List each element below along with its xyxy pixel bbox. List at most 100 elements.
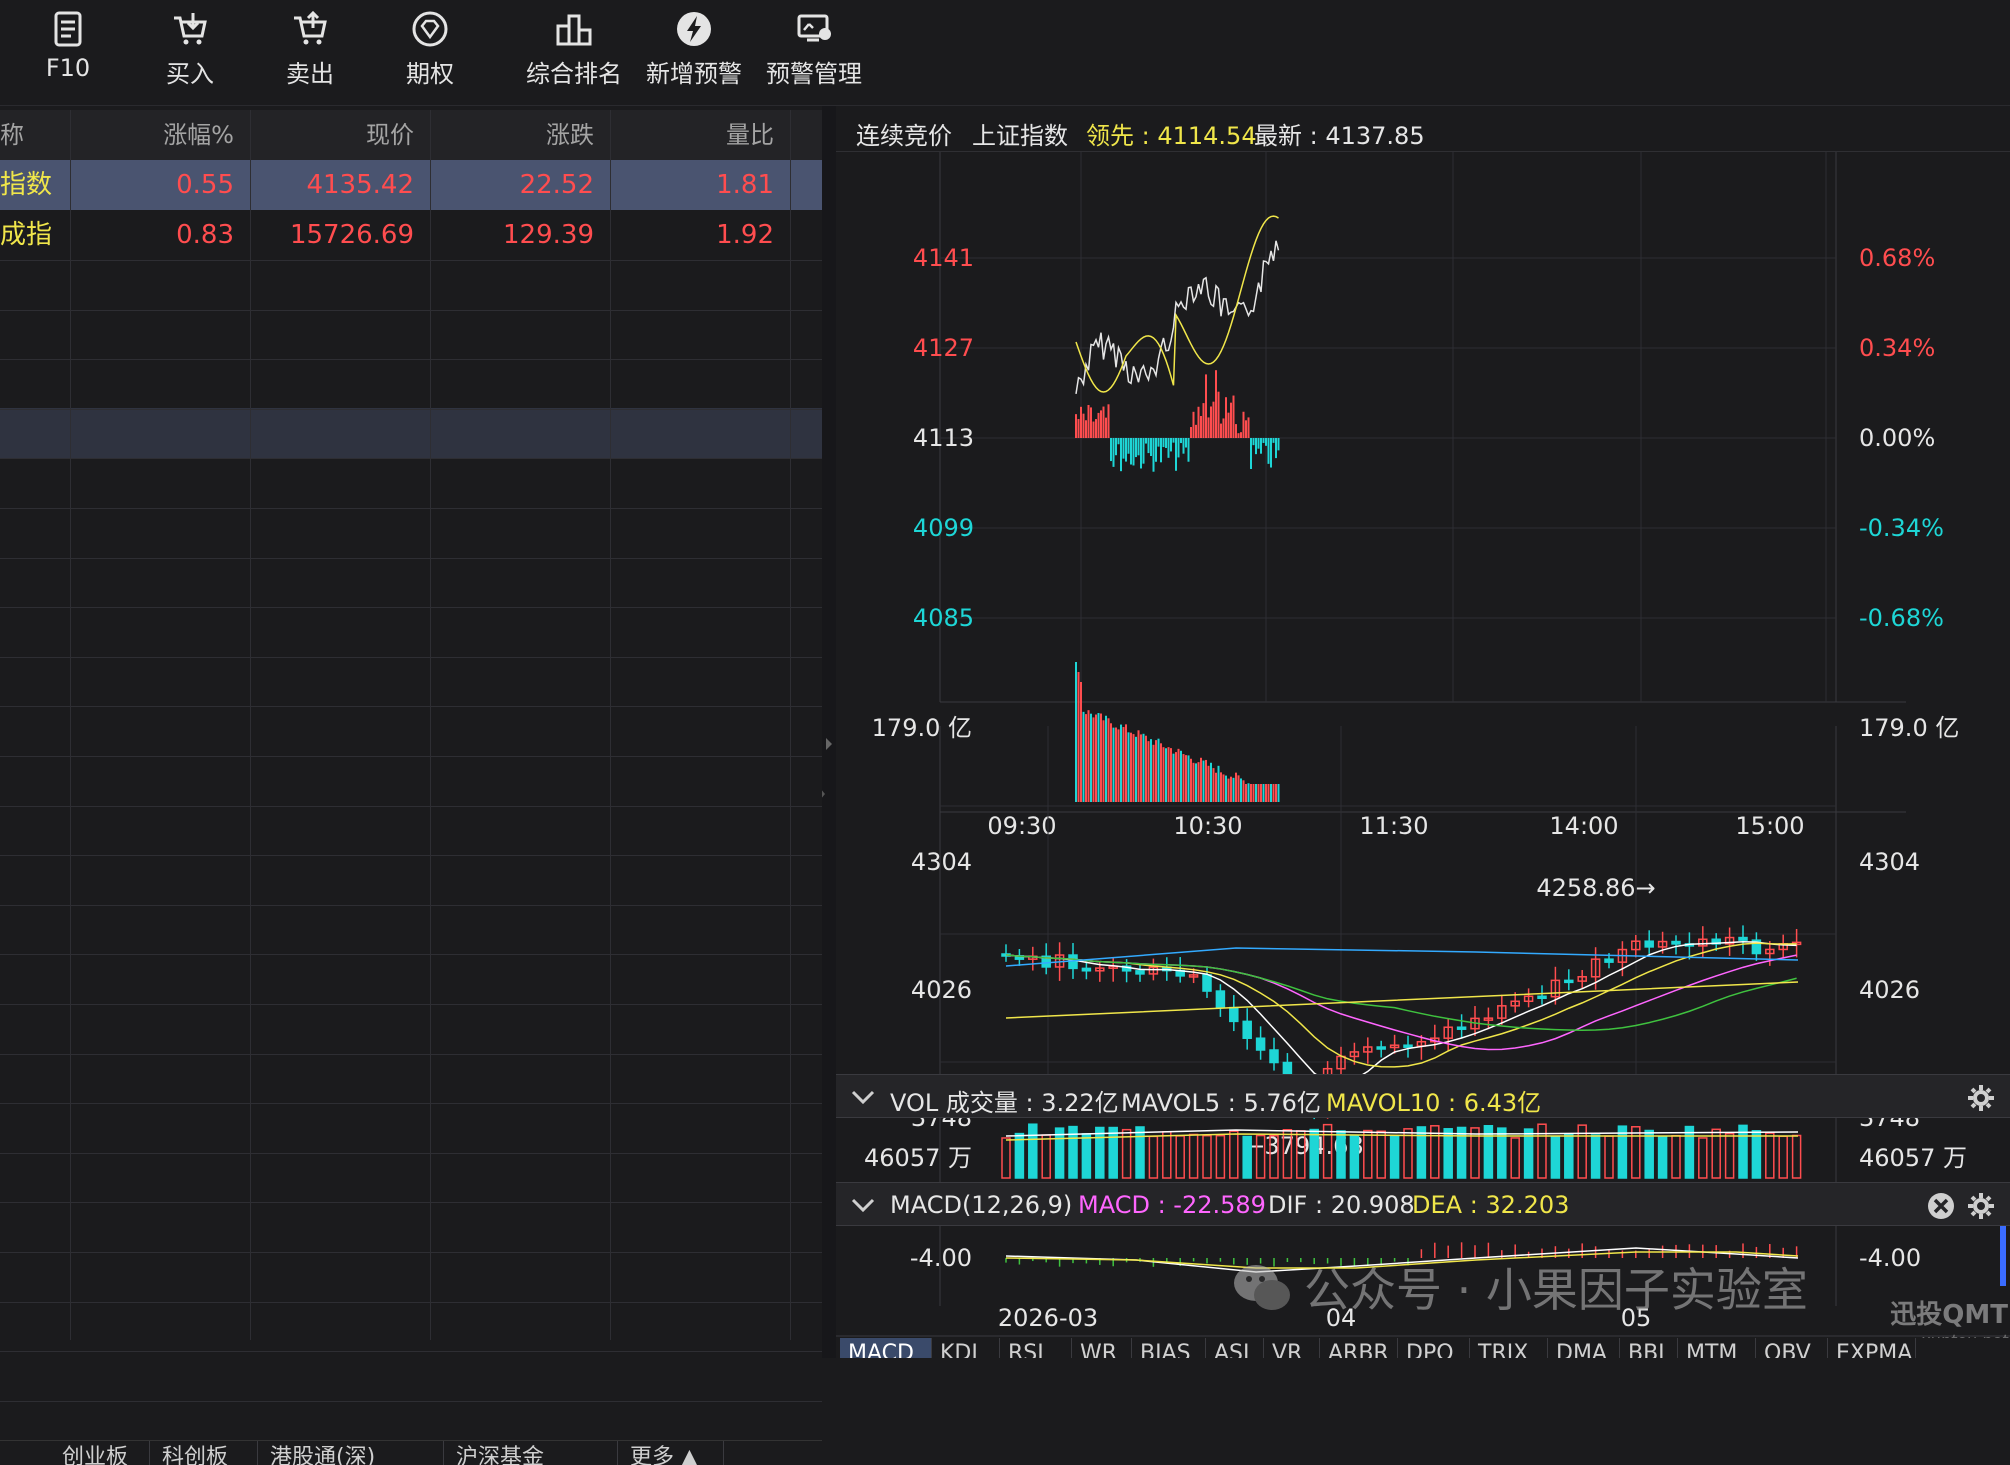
ma10-line xyxy=(1005,942,1797,1068)
volume-bar xyxy=(1403,1128,1413,1179)
collapse-arrow-icon xyxy=(820,738,832,800)
candle-body xyxy=(1644,940,1654,948)
volume-bar xyxy=(1376,1130,1386,1179)
new-alert-button[interactable]: 新增预警 xyxy=(646,10,742,90)
diamond-icon xyxy=(412,11,448,47)
tab-more[interactable]: 更多 ▲ xyxy=(618,1441,724,1465)
indicator-tab-vr[interactable]: VR xyxy=(1264,1338,1320,1358)
price-tick: 4099 xyxy=(913,514,974,542)
col-vol-ratio[interactable]: 量比 xyxy=(610,110,790,160)
chevron-down-icon[interactable] xyxy=(850,1087,876,1107)
close-icon[interactable] xyxy=(1926,1191,1956,1221)
chart-panel: 连续竞价 上证指数 领先 : 4114.54 最新 : 4137.85 4141… xyxy=(836,106,2010,1358)
gear-icon[interactable] xyxy=(1966,1191,1996,1221)
tab-chinext[interactable]: 创业板 xyxy=(50,1441,150,1465)
ranking-button[interactable]: 综合排名 xyxy=(526,10,622,90)
f10-button[interactable]: F10 xyxy=(44,10,92,90)
indicator-tab-bbi[interactable]: BBI xyxy=(1620,1338,1678,1358)
grid-column-line xyxy=(250,110,251,1340)
table-row[interactable]: 成指 0.83 15726.69 129.39 1.92 xyxy=(0,210,822,260)
alert-manage-button[interactable]: 预警管理 xyxy=(766,10,862,90)
mavol10-label: MAVOL10 : 6.43亿 xyxy=(1326,1089,1542,1117)
tab-star[interactable]: 科创板 xyxy=(150,1441,258,1465)
ranking-icon xyxy=(556,14,592,46)
wechat-logo-icon xyxy=(1234,1265,1290,1310)
row-vol-ratio: 1.92 xyxy=(716,220,774,250)
macd-tick-right: -4.00 xyxy=(1859,1244,1921,1272)
document-icon xyxy=(54,11,82,47)
row-name: 成指 xyxy=(0,220,53,250)
volume-bar xyxy=(1188,1133,1199,1179)
volume-bar xyxy=(1644,1129,1654,1179)
volume-bar xyxy=(1081,1133,1092,1179)
dea-value: DEA : 32.203 xyxy=(1412,1191,1570,1219)
candle-body xyxy=(1202,974,1212,992)
volume-bar xyxy=(1041,1134,1051,1179)
indicator-tab-dpo[interactable]: DPO xyxy=(1398,1338,1470,1358)
tab-funds[interactable]: 沪深基金 xyxy=(444,1441,618,1465)
indicator-tab-arbr[interactable]: ARBR xyxy=(1320,1338,1398,1358)
buy-button[interactable]: 买入 xyxy=(162,10,218,90)
indicator-tab-bias[interactable]: BIAS xyxy=(1132,1338,1206,1358)
col-change[interactable]: 涨跌 xyxy=(430,110,610,160)
indicator-tab-mtm[interactable]: MTM xyxy=(1678,1338,1756,1358)
candle-body xyxy=(1671,940,1681,945)
volume-bar xyxy=(1389,1135,1400,1179)
volume-chart[interactable]: 46057 万 46057 万 xyxy=(836,1118,2010,1182)
price-tick: 4141 xyxy=(913,244,974,272)
volume-bar xyxy=(1564,1133,1574,1179)
volume-bar xyxy=(1162,1131,1172,1179)
options-button[interactable]: 期权 xyxy=(402,10,458,90)
indicator-tab-macd[interactable]: MACD xyxy=(840,1338,932,1358)
volume-bar xyxy=(1296,1130,1306,1179)
intraday-header: 连续竞价 上证指数 领先 : 4114.54 最新 : 4137.85 xyxy=(836,108,2010,152)
table-row[interactable]: 指数 0.55 4135.42 22.52 1.81 xyxy=(0,160,822,210)
ma120-line xyxy=(1005,981,1799,1019)
high-marker: 4258.86→ xyxy=(1536,874,1655,902)
tab-hk-connect[interactable]: 港股通(深) xyxy=(258,1441,444,1465)
panel-splitter[interactable] xyxy=(820,106,836,1358)
grid-row-line xyxy=(0,1252,822,1253)
indicator-tab-obv[interactable]: OBV xyxy=(1756,1338,1828,1358)
grid-row-line xyxy=(0,656,822,658)
candle-body xyxy=(1215,990,1226,1009)
grid-row-line xyxy=(0,1400,822,1402)
indicator-tab-trix[interactable]: TRIX xyxy=(1470,1338,1548,1358)
grid-row-line xyxy=(0,1301,822,1303)
volume-bar xyxy=(1765,1132,1775,1179)
grid-row-line xyxy=(0,1103,822,1105)
pct-tick: -0.34% xyxy=(1859,514,1944,542)
volume-bar xyxy=(1363,1129,1373,1179)
grid-row-line xyxy=(0,904,822,906)
grid-row-line xyxy=(0,1053,822,1055)
volume-bar xyxy=(1604,1135,1614,1179)
col-change-pct[interactable]: 涨幅% xyxy=(70,110,250,160)
indicator-tabs: MACD KDJ RSI WR BIAS ASI VR ARBR DPO TRIX DMA BBI MT… xyxy=(836,1338,2010,1358)
indicator-tab-asi[interactable]: ASI xyxy=(1206,1338,1264,1358)
candle-body xyxy=(1135,970,1145,975)
indicator-tab-kdj[interactable]: KDJ xyxy=(932,1338,1000,1358)
indicator-tab-rsi[interactable]: RSI xyxy=(1000,1338,1072,1358)
table-header: 称 涨幅% 现价 涨跌 量比 xyxy=(0,110,822,160)
table-row[interactable] xyxy=(0,408,822,458)
col-name[interactable]: 称 xyxy=(0,110,70,160)
grid-row-line xyxy=(0,508,822,509)
col-price[interactable]: 现价 xyxy=(250,110,430,160)
grid-row-line xyxy=(0,557,822,559)
macd-value: MACD : -22.589 xyxy=(1078,1191,1266,1219)
gear-icon[interactable] xyxy=(1966,1083,1996,1113)
volume-bar xyxy=(1590,1134,1601,1179)
macd-tick: -4.00 xyxy=(910,1244,972,1272)
sell-button[interactable]: 卖出 xyxy=(282,10,338,90)
toolbar: F10 买入 卖出 期权 综合排名 新增预警 预警管理 xyxy=(0,0,2010,106)
row-change-pct: 0.83 xyxy=(176,220,234,250)
indicator-tab-dma[interactable]: DMA xyxy=(1548,1338,1620,1358)
row-change: 129.39 xyxy=(503,220,594,250)
volume-bar xyxy=(1778,1135,1788,1179)
grid-row-line xyxy=(0,954,822,956)
chevron-down-icon[interactable] xyxy=(850,1195,876,1215)
watermark: 公众号 · 小果因子实验室 xyxy=(1230,1252,1850,1322)
indicator-tab-wr[interactable]: WR xyxy=(1072,1338,1132,1358)
indicator-tab-expma[interactable]: EXPMA xyxy=(1828,1338,1916,1358)
grid-column-line xyxy=(790,110,791,1340)
